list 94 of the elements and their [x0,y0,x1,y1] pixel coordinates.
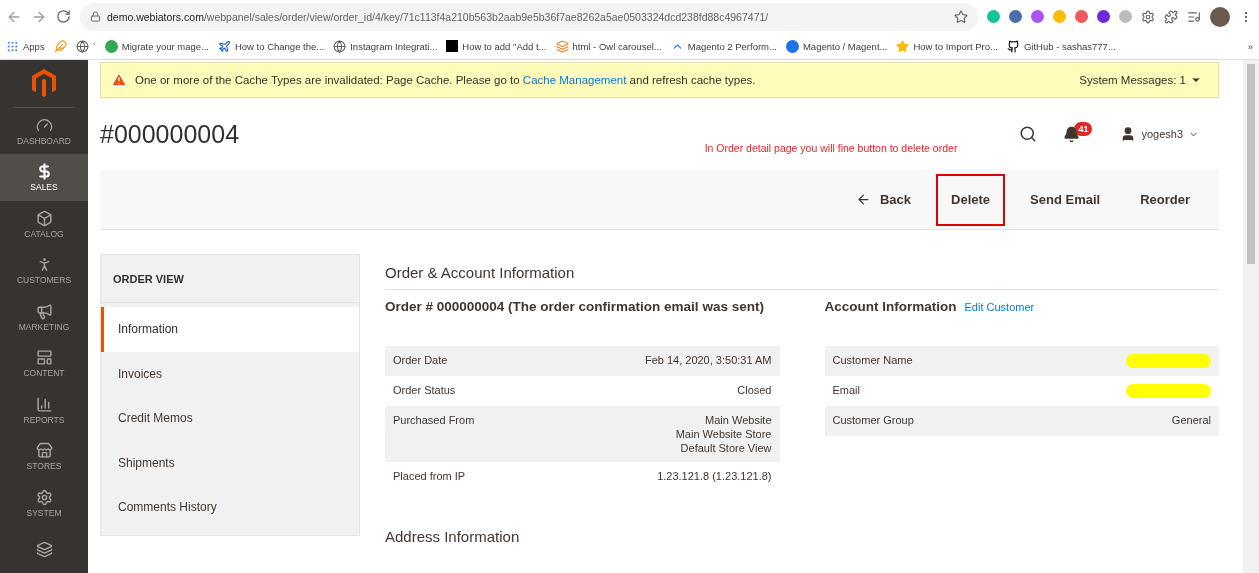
search-button[interactable] [1019,125,1038,143]
scrollbar[interactable] [1243,60,1259,573]
section-title: Address Information [385,528,521,545]
row-label: Customer Name [832,354,913,368]
row-value: Closed [737,384,772,396]
bookmark[interactable]: Migrate your mage... [104,39,209,53]
action-button[interactable]: Reorder [1125,173,1205,226]
order-heading: Order # 000000004 (The order confirmation email was sent) [385,298,764,316]
puzzle-icon[interactable] [1164,9,1178,24]
bookmark[interactable]: html - Owl carousel... [555,39,662,53]
side-tab[interactable]: Comments History [101,485,359,530]
stack-icon [555,39,569,53]
gear-icon[interactable] [1141,9,1155,24]
edit-customer-link[interactable]: Edit Customer [964,301,1035,313]
side-tab[interactable]: Invoices [101,351,359,396]
extension-icon[interactable] [1031,10,1044,23]
row-label: Order Status [393,384,456,398]
bookmark[interactable]: How to Change the... [217,39,325,53]
row-value: 1.23.121.8 (1.23.121.8) [657,470,772,482]
nav-item[interactable]: CUSTOMERS [0,247,88,294]
reload-icon[interactable] [56,9,71,24]
bookmark[interactable]: GitHub - sashas777... [1006,39,1116,53]
logo-icon[interactable] [32,69,56,98]
system-messages-button[interactable]: System Messages: 1 [1073,73,1208,87]
dashboard-icon [35,116,53,134]
row-label: Customer Group [832,414,914,428]
row-label: Order Date [393,354,448,368]
nav-item[interactable]: STORES [0,433,88,480]
catalog-icon [35,209,53,227]
star-icon [896,39,910,53]
message-text: One or more of the Cache Types are invalidated: Page Cache. Please go to Cache Management and refresh cache types. [135,74,757,86]
panel-title: ORDER VIEW [101,255,359,303]
row-label: Placed from IP [393,470,466,484]
media-icon[interactable] [1187,9,1201,24]
bookmark[interactable]: Magento / Magent... [785,39,888,53]
apps-grid-icon [6,39,19,53]
url-text: demo.webiators.com/webpanel/sales/order/view/order_id/4/key/71c113f4a210b563b2aab9e5b36f7ae8262a5ae0503324dcd238fd88c4967471/ [107,10,770,23]
content-icon [35,349,53,367]
avatar-icon[interactable] [1210,6,1230,27]
globe-icon [333,39,347,53]
nav-item[interactable]: SYSTEM [0,480,88,527]
back-button[interactable]: Back [840,173,927,226]
row-value: General [1171,414,1211,428]
bookmark[interactable]: How to add "Add t... [446,40,547,52]
lock-icon [90,11,101,22]
nav-item[interactable]: SALES [0,154,88,201]
search-icon [1019,125,1038,143]
address-bar[interactable]: demo.webiators.com/webpanel/sales/order/view/order_id/4/key/71c113f4a210b563b2aab9e5b36f7ae8262a5ae0503324dcd238fd88c4967471/ [80,2,978,31]
user-menu[interactable]: yogesh3 [1114,125,1205,143]
warning-icon [111,72,127,88]
annotation-text: In Order detail page you will fine button to delete order [704,142,958,154]
marketing-icon [35,302,53,320]
page-title: #000000004 [100,119,241,149]
row-label: Email [832,384,860,398]
action-button[interactable]: Delete [936,173,1006,226]
site-icon [104,39,118,53]
row-value: Feb 14, 2020, 3:50:31 AM [644,354,772,366]
plane-icon [217,39,231,53]
notification-count: 41 [1074,122,1093,136]
stores-icon [35,442,53,460]
nav-item[interactable]: CONTENT [0,340,88,387]
bookmark[interactable]: Apps [6,39,45,53]
row-label: Purchased From [393,414,475,428]
row-value: Default Store View [679,442,772,454]
section-title: Order & Account Information [385,254,1219,290]
extension-icon[interactable] [1097,10,1110,23]
globe-icon [75,39,89,53]
nav-item[interactable]: CATALOG [0,201,88,248]
bookmark[interactable]: ` [75,39,96,53]
feather-icon [53,39,67,53]
bookmark[interactable]: Magento 2 Perform... [670,39,777,53]
side-tab[interactable]: Information [101,307,359,352]
more-bookmarks[interactable]: » [1247,40,1253,52]
side-tab[interactable]: Shipments [101,440,359,485]
account-heading: Account Information [824,298,957,316]
star-icon[interactable] [954,9,968,24]
row-value: Main Website Store [675,428,772,440]
site-icon [446,40,459,52]
github-icon [1006,39,1020,53]
action-button[interactable]: Send Email [1015,173,1116,226]
bookmark[interactable]: How to Import Pro... [896,39,998,53]
reports-icon [35,395,53,413]
extension-icon[interactable] [1075,10,1088,23]
site-icon [785,39,799,53]
nav-item[interactable]: DASHBOARD [0,108,88,155]
row-value: Main Website [704,414,772,426]
bookmark[interactable]: Instagram Integrati... [333,39,438,53]
system-icon [35,488,53,506]
layers-icon [35,541,53,559]
nav-item[interactable]: MARKETING [0,294,88,341]
side-tab[interactable]: Credit Memos [101,396,359,441]
cache-management-link[interactable]: Cache Management [522,74,627,86]
extension-icon[interactable] [1009,10,1022,23]
nav-item[interactable]: REPORTS [0,387,88,434]
